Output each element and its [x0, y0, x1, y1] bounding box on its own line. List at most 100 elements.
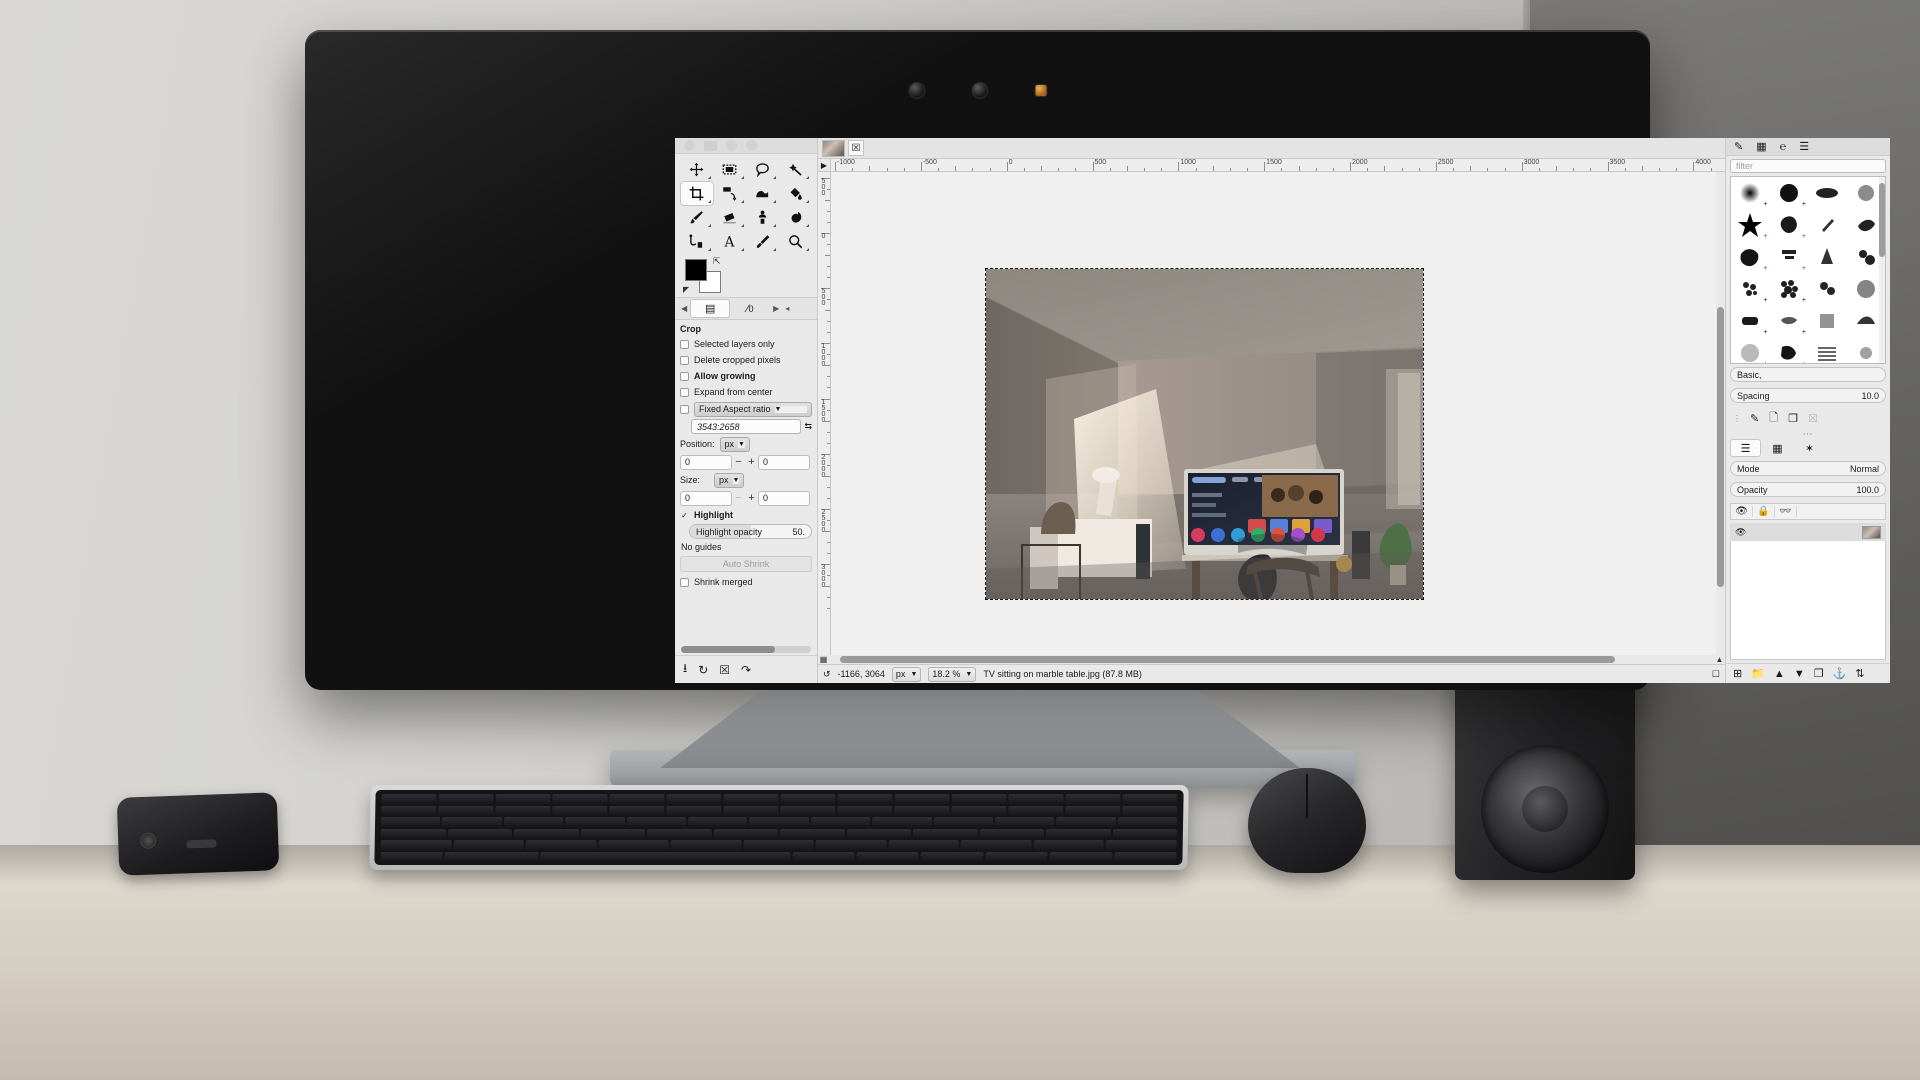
layers-tab[interactable]: ☰ — [1731, 440, 1760, 456]
size-increase-icon[interactable]: + — [745, 492, 758, 504]
fuzzy-select-tool-button[interactable] — [779, 158, 811, 181]
layer-row[interactable]: 👁 — [1730, 523, 1886, 541]
brush-item[interactable]: + — [1770, 273, 1809, 305]
brush-item[interactable]: + — [1770, 209, 1809, 241]
tab-scroll-left-icon[interactable]: ◀ — [679, 304, 689, 313]
brush-filter-input[interactable]: filter — [1730, 159, 1886, 173]
eye-icon[interactable]: 👁 — [1735, 527, 1746, 538]
brushes-grid[interactable]: + + + + + + + + — [1730, 176, 1886, 364]
cancel-operation-icon[interactable]: ☐ — [1712, 669, 1720, 680]
eraser-tool-button[interactable] — [714, 206, 746, 229]
position-increase-icon[interactable]: + — [745, 456, 758, 468]
size-unit-dropdown[interactable]: px ▼ — [714, 473, 744, 488]
option-highlight[interactable]: ✓ Highlight — [675, 507, 817, 523]
brushes-tab-icon[interactable]: ✎ — [1734, 140, 1743, 153]
checkbox-shrink-merged[interactable] — [680, 578, 689, 587]
brush-item[interactable]: + — [1731, 209, 1770, 241]
checkbox-expand-from-center[interactable] — [680, 388, 689, 397]
brush-item[interactable]: + — [1770, 241, 1809, 273]
channels-tab[interactable]: ▦ — [1763, 440, 1792, 456]
highlight-opacity-slider[interactable]: Highlight opacity 50. — [689, 524, 812, 539]
save-tool-preset-icon[interactable]: ⭳ — [683, 659, 687, 680]
canvas[interactable] — [831, 172, 1716, 655]
zoom-dropdown[interactable]: 18.2 % ▼ — [928, 667, 976, 682]
dock-menu-icon[interactable]: ◂ — [783, 304, 791, 313]
delete-tool-preset-icon[interactable]: ☒ — [719, 663, 730, 677]
position-unit-dropdown[interactable]: px ▼ — [720, 437, 750, 452]
text-tool-button[interactable]: A — [714, 230, 746, 253]
close-image-icon[interactable]: ☒ — [848, 140, 864, 156]
option-delete-cropped-pixels[interactable]: Delete cropped pixels — [675, 352, 817, 368]
duplicate-layer-icon[interactable]: ❐ — [1814, 667, 1824, 680]
navigation-preview-icon[interactable]: ▲ — [1714, 655, 1725, 664]
left-dock-tabbar[interactable] — [675, 138, 817, 154]
clone-tool-button[interactable] — [747, 206, 779, 229]
brush-item[interactable]: + — [1770, 305, 1809, 337]
tab-scroll-right-icon[interactable]: ▶ — [771, 304, 781, 313]
fonts-tab-icon[interactable]: ℮ — [1780, 141, 1787, 153]
free-select-tool-button[interactable] — [747, 158, 779, 181]
crop-tool-button[interactable] — [681, 182, 713, 205]
size-decrease-icon[interactable]: − — [732, 492, 745, 504]
raise-layer-icon[interactable]: ▲ — [1774, 668, 1785, 680]
option-expand-from-center[interactable]: Expand from center — [675, 384, 817, 400]
checkbox-highlight[interactable]: ✓ — [680, 511, 689, 520]
position-y-input[interactable]: 0 — [758, 455, 810, 470]
brush-item[interactable] — [1808, 305, 1847, 337]
brush-item[interactable] — [1808, 177, 1847, 209]
reset-tool-options-icon[interactable]: ↷ — [741, 663, 751, 677]
swap-colors-icon[interactable]: ⇱ — [713, 256, 721, 267]
brush-item[interactable]: + — [1770, 177, 1809, 209]
position-x-input[interactable]: 0 — [680, 455, 732, 470]
edit-brush-icon[interactable]: ✎ — [1750, 412, 1759, 425]
paths-tool-button[interactable] — [681, 230, 713, 253]
patterns-tab-icon[interactable]: ▦ — [1756, 140, 1766, 153]
size-width-input[interactable]: 0 — [680, 491, 732, 506]
duplicate-brush-icon[interactable]: ❐ — [1788, 412, 1798, 425]
horizontal-ruler[interactable]: -1000-5000500100015002000250030003500400… — [831, 159, 1725, 172]
delete-brush-icon[interactable]: ☒ — [1808, 412, 1818, 425]
reset-colors-icon[interactable]: ◤ — [683, 285, 689, 294]
unit-dropdown[interactable]: px ▼ — [892, 667, 921, 682]
warp-transform-tool-button[interactable] — [747, 182, 779, 205]
checkbox-selected-layers-only[interactable] — [680, 340, 689, 349]
tool-options-tab-icon[interactable] — [726, 140, 737, 151]
brush-item[interactable] — [1808, 273, 1847, 305]
quickmask-toggle-icon[interactable]: ▦ — [818, 655, 829, 664]
anchor-layer-icon[interactable]: ⚓ — [1833, 667, 1847, 680]
new-brush-icon[interactable]: 🗋 — [1769, 409, 1778, 428]
brush-item[interactable] — [1808, 337, 1847, 364]
guides-dropdown[interactable]: No guides — [675, 540, 817, 554]
checkbox-delete-cropped-pixels[interactable] — [680, 356, 689, 365]
cancel-icon[interactable]: ↺ — [823, 669, 831, 680]
color-picker-tool-button[interactable] — [747, 230, 779, 253]
paintbrush-tool-button[interactable] — [681, 206, 713, 229]
lower-layer-icon[interactable]: ▼ — [1794, 668, 1805, 680]
layers-list[interactable] — [1730, 541, 1886, 660]
aspect-mode-dropdown[interactable]: Fixed Aspect ratio ▼ — [694, 402, 812, 417]
image-tab-thumbnail[interactable] — [822, 140, 845, 157]
size-height-input[interactable]: 0 — [758, 491, 810, 506]
drag-handle-icon[interactable]: ⋮ — [1733, 414, 1740, 423]
option-selected-layers-only[interactable]: Selected layers only — [675, 336, 817, 352]
checkbox-allow-growing[interactable] — [680, 372, 689, 381]
layer-opacity-slider[interactable]: Opacity 100.0 — [1730, 482, 1886, 497]
brush-item[interactable]: + — [1731, 241, 1770, 273]
device-status-tab-icon[interactable] — [704, 141, 717, 151]
aspect-swap-icon[interactable]: ⇆ — [804, 421, 812, 432]
brush-spacing-slider[interactable]: Spacing 10.0 — [1730, 388, 1886, 403]
undo-history-tab-icon[interactable] — [746, 140, 757, 151]
brush-item[interactable]: + — [1770, 337, 1809, 364]
rectangle-select-tool-button[interactable] — [714, 158, 746, 181]
canvas-vertical-scrollbar[interactable] — [1716, 172, 1725, 655]
layer-thumbnail[interactable] — [1862, 526, 1881, 539]
link-icon[interactable]: 👓 — [1775, 506, 1797, 517]
smudge-tool-button[interactable] — [779, 206, 811, 229]
brush-item[interactable]: + — [1731, 305, 1770, 337]
option-allow-growing[interactable]: Allow growing — [675, 368, 817, 384]
documents-tab-icon[interactable]: ☰ — [1799, 140, 1809, 153]
canvas-image-layer[interactable] — [986, 269, 1423, 599]
new-group-icon[interactable]: 📁 — [1751, 667, 1765, 680]
tool-options-hscrollbar[interactable] — [681, 646, 811, 653]
layer-mode-row[interactable]: Mode Normal — [1730, 461, 1886, 476]
